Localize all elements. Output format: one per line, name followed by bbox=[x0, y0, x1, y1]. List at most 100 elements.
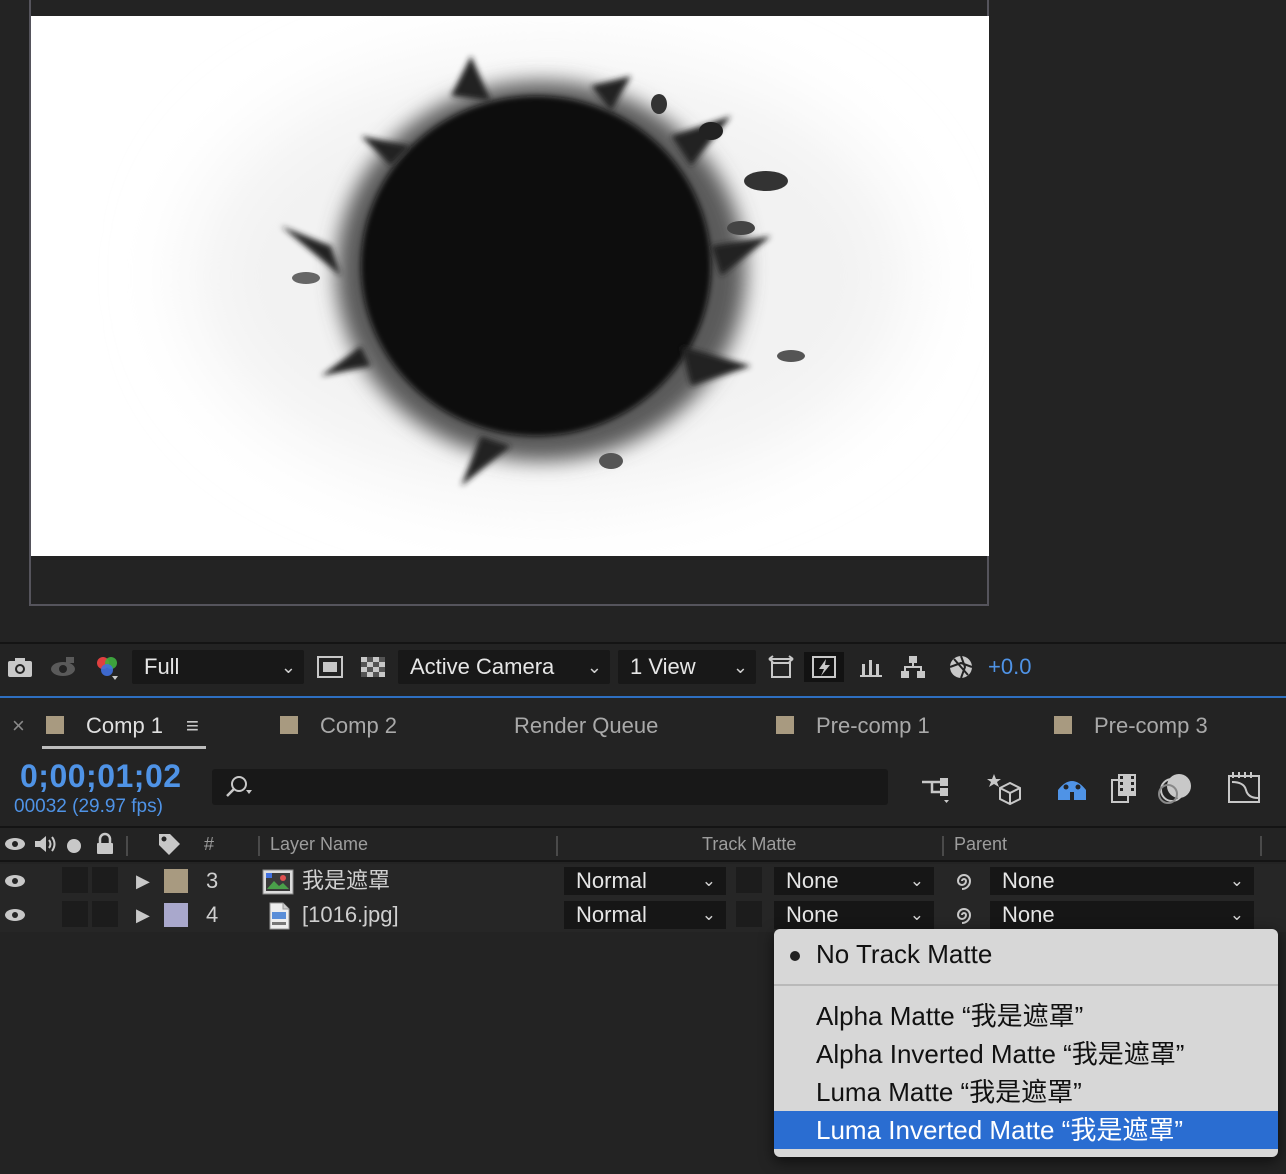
preserve-transparency-toggle[interactable] bbox=[736, 867, 762, 893]
menu-item-label: Alpha Inverted Matte “我是遮罩” bbox=[816, 1039, 1185, 1069]
menu-item-alpha-matte[interactable]: Alpha Matte “我是遮罩” bbox=[774, 997, 1278, 1035]
parent-value: None bbox=[1002, 868, 1055, 893]
tab-comp-1-label-swatch bbox=[46, 716, 64, 734]
precomp-image-icon bbox=[262, 869, 294, 900]
menu-item-no-track-matte[interactable]: No Track Matte bbox=[774, 935, 1278, 973]
layer-name[interactable]: [1016.jpg] bbox=[302, 898, 399, 932]
tab-pre-comp-1[interactable]: Pre-comp 1 bbox=[816, 712, 930, 740]
audio-speaker-icon[interactable] bbox=[32, 833, 58, 860]
menu-item-label: No Track Matte bbox=[816, 939, 993, 969]
solo-icon[interactable] bbox=[67, 839, 81, 853]
lock-toggle[interactable] bbox=[92, 867, 118, 893]
graph-editor-icon[interactable] bbox=[1224, 768, 1264, 808]
menu-separator bbox=[774, 984, 1278, 986]
chevron-down-icon: ⌄ bbox=[732, 657, 748, 677]
track-matte-dropdown[interactable]: None ⌄ bbox=[774, 901, 934, 929]
resolution-value: Full bbox=[144, 654, 180, 679]
column-separator[interactable] bbox=[1260, 836, 1262, 856]
layer-name[interactable]: 我是遮罩 bbox=[302, 864, 390, 898]
layer-row[interactable]: ▶ 4 [1016.jpg] Normal ⌄ None ⌄ None ⌄ bbox=[0, 898, 1286, 932]
lock-toggle[interactable] bbox=[92, 901, 118, 927]
parent-dropdown[interactable]: None ⌄ bbox=[990, 867, 1254, 895]
layer-label-color[interactable] bbox=[164, 869, 188, 893]
rgb-channel-icon[interactable] bbox=[92, 652, 122, 682]
close-tab-icon[interactable]: × bbox=[12, 712, 25, 740]
menu-item-label: Luma Matte “我是遮罩” bbox=[816, 1077, 1082, 1107]
timeline-toggle-icon[interactable] bbox=[856, 652, 886, 682]
menu-item-luma-inverted-matte[interactable]: Luma Inverted Matte “我是遮罩” bbox=[774, 1111, 1278, 1149]
tab-pre-comp-3[interactable]: Pre-comp 3 bbox=[1094, 712, 1208, 740]
viewer-toolbar: Full ⌄ Active Camera ⌄ 1 View ⌄ +0.0 bbox=[0, 644, 1286, 696]
draft-3d-icon[interactable] bbox=[982, 768, 1022, 808]
toggle-pixel-aspect-icon[interactable] bbox=[766, 652, 796, 682]
column-separator[interactable] bbox=[942, 836, 944, 856]
camera-value: Active Camera bbox=[410, 654, 555, 679]
column-layer-name[interactable]: Layer Name bbox=[270, 834, 368, 855]
tab-comp-1[interactable]: Comp 1 bbox=[86, 712, 163, 740]
comp-flowchart-icon[interactable] bbox=[898, 652, 928, 682]
menu-item-label: Luma Inverted Matte “我是遮罩” bbox=[816, 1115, 1183, 1145]
fast-preview-icon[interactable] bbox=[804, 652, 844, 682]
chevron-down-icon: ⌄ bbox=[701, 871, 716, 890]
view-layout-dropdown[interactable]: 1 View ⌄ bbox=[618, 650, 756, 684]
active-tab-underline bbox=[42, 746, 206, 749]
preserve-transparency-toggle[interactable] bbox=[736, 901, 762, 927]
layer-row[interactable]: ▶ 3 我是遮罩 Normal ⌄ None ⌄ None ⌄ bbox=[0, 864, 1286, 898]
exposure-reset-icon[interactable] bbox=[946, 652, 976, 682]
region-of-interest-icon[interactable] bbox=[315, 652, 345, 682]
layer-search-input[interactable] bbox=[212, 769, 888, 805]
blend-mode-value: Normal bbox=[576, 902, 647, 927]
tab-render-queue[interactable]: Render Queue bbox=[514, 712, 658, 740]
solo-toggle[interactable] bbox=[62, 867, 88, 893]
track-matte-menu: No Track Matte Alpha Matte “我是遮罩” Alpha … bbox=[774, 929, 1278, 1157]
parent-dropdown[interactable]: None ⌄ bbox=[990, 901, 1254, 929]
frame-blending-icon[interactable] bbox=[1104, 768, 1144, 808]
column-parent: Parent bbox=[954, 834, 1008, 854]
blend-mode-dropdown[interactable]: Normal ⌄ bbox=[564, 867, 726, 895]
comp-mini-flowchart-icon[interactable] bbox=[916, 768, 956, 808]
snapshot-camera-icon[interactable] bbox=[5, 652, 35, 682]
blend-mode-value: Normal bbox=[576, 868, 647, 893]
layer-number: 3 bbox=[206, 868, 219, 893]
transparency-grid-icon[interactable] bbox=[358, 652, 388, 682]
video-eye-icon[interactable] bbox=[4, 871, 26, 896]
track-matte-dropdown[interactable]: None ⌄ bbox=[774, 867, 934, 895]
column-separator[interactable] bbox=[556, 836, 558, 856]
menu-item-luma-matte[interactable]: Luma Matte “我是遮罩” bbox=[774, 1073, 1278, 1111]
search-icon bbox=[222, 773, 258, 806]
video-eye-icon[interactable] bbox=[4, 905, 26, 930]
tab-pre-comp-1-label-swatch bbox=[776, 716, 794, 734]
label-tag-icon[interactable] bbox=[156, 831, 182, 862]
column-separator[interactable] bbox=[126, 836, 128, 856]
composition-canvas[interactable] bbox=[31, 16, 989, 556]
tab-comp-2-label-swatch bbox=[280, 716, 298, 734]
tab-comp-2[interactable]: Comp 2 bbox=[320, 712, 397, 740]
expand-triangle-icon[interactable]: ▶ bbox=[136, 864, 150, 898]
layer-label-color[interactable] bbox=[164, 903, 188, 927]
chevron-down-icon: ⌄ bbox=[1229, 905, 1244, 924]
resolution-dropdown[interactable]: Full ⌄ bbox=[132, 650, 304, 684]
column-track-matte: Track Matte bbox=[702, 834, 797, 854]
column-separator[interactable] bbox=[258, 836, 260, 856]
blend-mode-dropdown[interactable]: Normal ⌄ bbox=[564, 901, 726, 929]
camera-dropdown[interactable]: Active Camera ⌄ bbox=[398, 650, 610, 684]
menu-item-label: Alpha Matte “我是遮罩” bbox=[816, 1001, 1084, 1031]
current-time-display[interactable]: 0;00;01;02 bbox=[20, 758, 182, 795]
chevron-down-icon: ⌄ bbox=[701, 905, 716, 924]
expand-triangle-icon[interactable]: ▶ bbox=[136, 898, 150, 932]
motion-blur-icon[interactable] bbox=[1156, 768, 1196, 808]
ink-splash-image bbox=[191, 56, 911, 496]
tab-menu-icon[interactable]: ≡ bbox=[186, 712, 199, 740]
solo-toggle[interactable] bbox=[62, 901, 88, 927]
parent-pickwhip-icon[interactable] bbox=[952, 869, 976, 898]
chevron-down-icon: ⌄ bbox=[1229, 871, 1244, 890]
hide-shy-layers-icon[interactable] bbox=[1052, 768, 1092, 808]
exposure-value[interactable]: +0.0 bbox=[988, 652, 1031, 682]
lock-icon[interactable] bbox=[94, 832, 116, 861]
video-eye-icon[interactable] bbox=[4, 834, 26, 859]
menu-item-alpha-inverted-matte[interactable]: Alpha Inverted Matte “我是遮罩” bbox=[774, 1035, 1278, 1073]
track-matte-value: None bbox=[786, 902, 839, 927]
parent-pickwhip-icon[interactable] bbox=[952, 903, 976, 932]
show-snapshot-icon[interactable] bbox=[48, 652, 78, 682]
layer-column-header: # Layer Name Track Matte Parent bbox=[0, 826, 1286, 862]
